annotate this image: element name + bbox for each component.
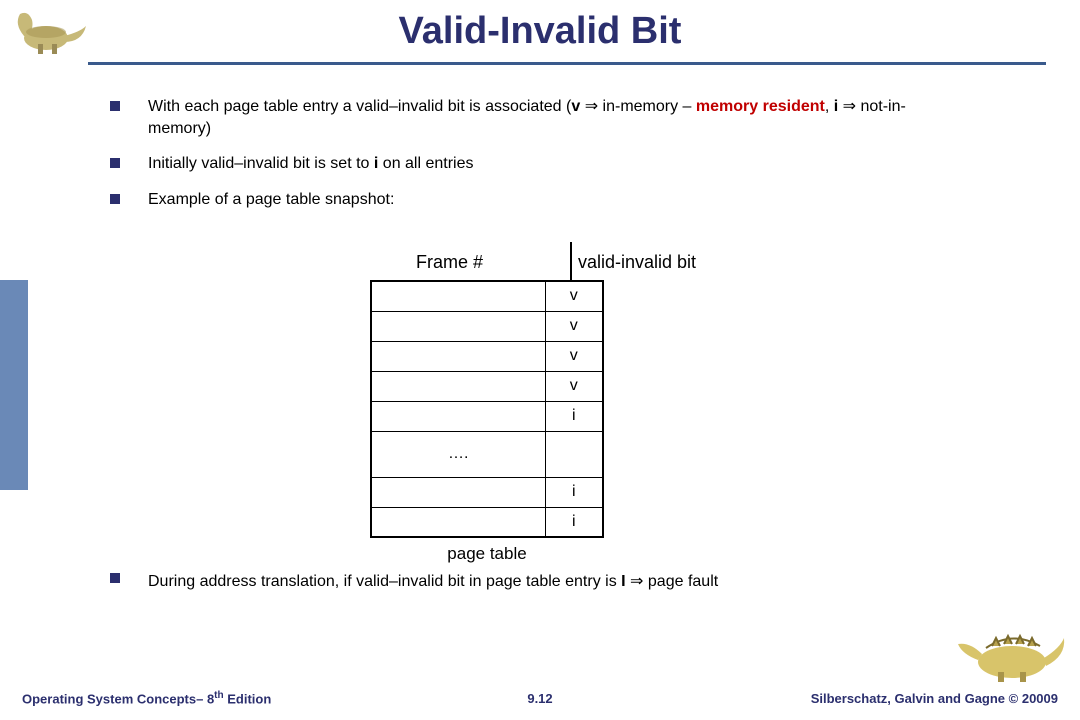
bullet-icon <box>110 101 120 111</box>
bullet-item: With each page table entry a valid–inval… <box>110 96 910 139</box>
slide-title: Valid-Invalid Bit <box>0 10 1080 53</box>
slide: Valid-Invalid Bit With each page table e… <box>0 0 1080 720</box>
bullet-item: Initially valid–invalid bit is set to i … <box>110 153 910 175</box>
table-row: v <box>371 371 603 401</box>
table-row: i <box>371 477 603 507</box>
title-underline <box>88 62 1046 65</box>
table-row: …. <box>371 431 603 477</box>
footer-copyright: Silberschatz, Galvin and Gagne © 20009 <box>811 691 1058 706</box>
bullet-text: Example of a page table snapshot: <box>148 189 394 211</box>
column-header-frame: Frame # <box>416 252 483 273</box>
table-row: v <box>371 281 603 311</box>
table-row: i <box>371 507 603 537</box>
column-separator-tick <box>570 242 572 282</box>
table-row: i <box>371 401 603 431</box>
bottom-bullet: During address translation, if valid–inv… <box>110 568 910 597</box>
bullet-list: With each page table entry a valid–inval… <box>110 96 910 224</box>
table-caption: page table <box>370 544 604 564</box>
bullet-text: Initially valid–invalid bit is set to i … <box>148 153 474 175</box>
bullet-text: During address translation, if valid–inv… <box>148 568 718 597</box>
page-table-diagram: Frame # valid-invalid bit v v v v i …. i… <box>344 252 724 564</box>
dinosaur-icon <box>956 624 1066 684</box>
bullet-icon <box>110 158 120 168</box>
bullet-item: Example of a page table snapshot: <box>110 189 910 211</box>
sidebar-accent <box>0 280 28 490</box>
column-header-valid-bit: valid-invalid bit <box>578 252 696 273</box>
page-table: v v v v i …. i i <box>370 280 604 538</box>
table-row: v <box>371 341 603 371</box>
bullet-icon <box>110 573 120 583</box>
bullet-text: With each page table entry a valid–inval… <box>148 96 910 139</box>
table-row: v <box>371 311 603 341</box>
bullet-icon <box>110 194 120 204</box>
